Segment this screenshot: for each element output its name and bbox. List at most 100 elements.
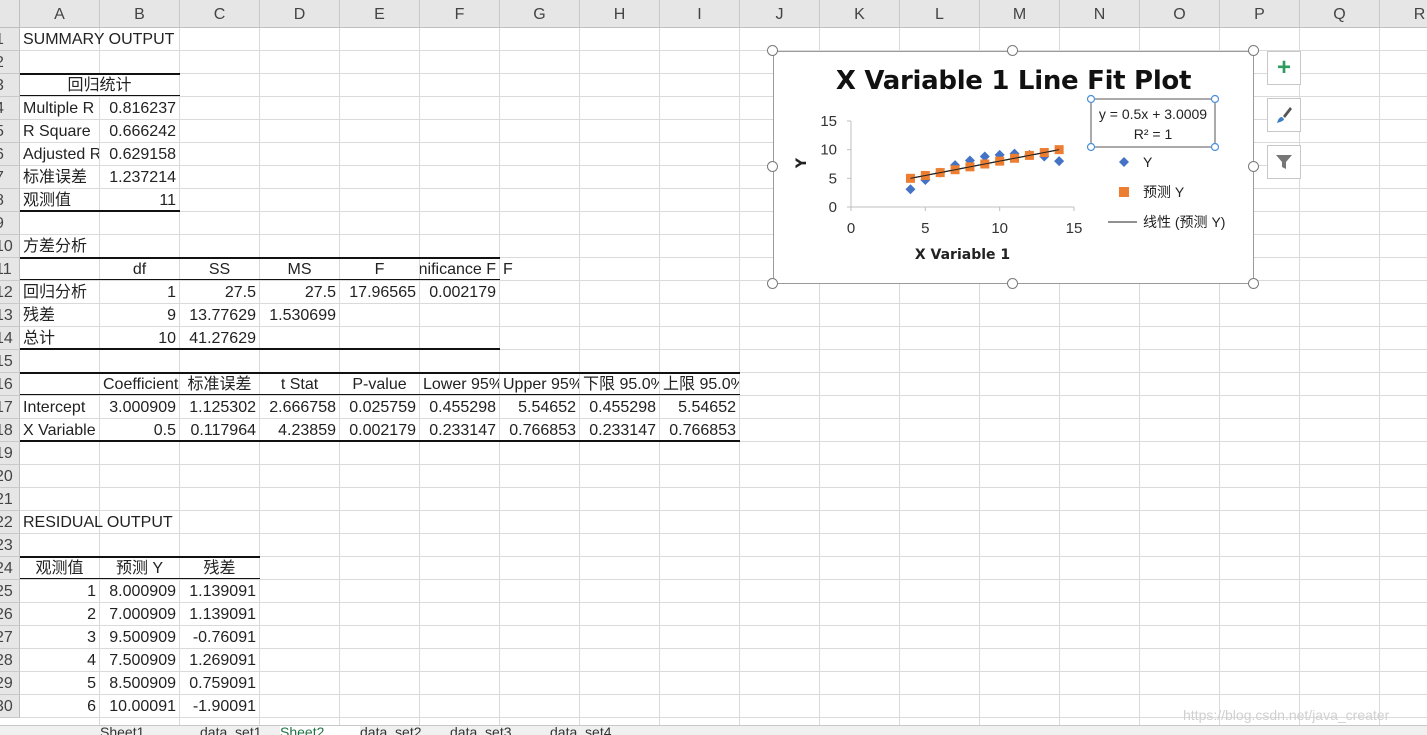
cell-e11[interactable]: F (340, 258, 419, 280)
row-header-27[interactable]: 27 (0, 626, 20, 649)
row-header-23[interactable]: 23 (0, 534, 20, 557)
chart-resize-handle[interactable] (1248, 278, 1259, 289)
cell-c12[interactable]: 27.5 (180, 281, 259, 303)
column-header-p[interactable]: P (1220, 0, 1300, 28)
row-header-16[interactable]: 16 (0, 373, 20, 396)
cell-h16[interactable]: 下限 95.0% (580, 373, 659, 395)
row-header-1[interactable]: 1 (0, 28, 20, 51)
cell-h17[interactable]: 0.455298 (580, 396, 659, 418)
cell-d11[interactable]: MS (260, 258, 339, 280)
cell-b25[interactable]: 8.000909 (100, 580, 179, 602)
row-header-13[interactable]: 13 (0, 304, 20, 327)
column-headers[interactable]: ABCDEFGHIJKLMNOPQR (0, 0, 1427, 28)
cell-b28[interactable]: 7.500909 (100, 649, 179, 671)
row-header-7[interactable]: 7 (0, 166, 20, 189)
row-header-20[interactable]: 20 (0, 465, 20, 488)
cell-e17[interactable]: 0.025759 (340, 396, 419, 418)
cell-d13[interactable]: 1.530699 (260, 304, 339, 326)
column-header-i[interactable]: I (660, 0, 740, 28)
cell-f16[interactable]: Lower 95% (420, 373, 499, 395)
cell-g16[interactable]: Upper 95% (500, 373, 579, 395)
cell-b24[interactable]: 预测 Y (100, 557, 179, 579)
cell-i17[interactable]: 5.54652 (660, 396, 739, 418)
row-header-29[interactable]: 29 (0, 672, 20, 695)
row-header-25[interactable]: 25 (0, 580, 20, 603)
cell-a12[interactable]: 回归分析 (20, 281, 99, 303)
cell-a29[interactable]: 5 (20, 672, 99, 694)
cell-g17[interactable]: 5.54652 (500, 396, 579, 418)
column-header-q[interactable]: Q (1300, 0, 1380, 28)
scatter-chart[interactable]: X Variable 1 Line Fit Plot 0 5 10 15 0 5 10 15 X… (773, 51, 1254, 284)
cell-a17[interactable]: Intercept (20, 396, 99, 418)
column-header-l[interactable]: L (900, 0, 980, 28)
cell-c28[interactable]: 1.269091 (180, 649, 259, 671)
row-header-28[interactable]: 28 (0, 649, 20, 672)
column-header-o[interactable]: O (1140, 0, 1220, 28)
row-headers[interactable]: 1234567891011121314151617181920212223242… (0, 0, 20, 734)
cell-a28[interactable]: 4 (20, 649, 99, 671)
column-header-b[interactable]: B (100, 0, 180, 28)
chart-resize-handle[interactable] (1007, 45, 1018, 56)
column-header-c[interactable]: C (180, 0, 260, 28)
cell-d12[interactable]: 27.5 (260, 281, 339, 303)
cell-d18[interactable]: 4.23859 (260, 419, 339, 441)
cell-c18[interactable]: 0.117964 (180, 419, 259, 441)
cell-d16[interactable]: t Stat (260, 373, 339, 395)
row-header-14[interactable]: 14 (0, 327, 20, 350)
cell-i16[interactable]: 上限 95.0% (660, 373, 739, 395)
cell-c14[interactable]: 41.27629 (180, 327, 259, 349)
row-header-2[interactable]: 2 (0, 51, 20, 74)
cell-a7[interactable]: 标准误差 (20, 166, 99, 188)
cell-a4[interactable]: Multiple R (20, 97, 99, 119)
row-header-18[interactable]: 18 (0, 419, 20, 442)
chart-resize-handle[interactable] (1007, 278, 1018, 289)
cell-b27[interactable]: 9.500909 (100, 626, 179, 648)
cell-f17[interactable]: 0.455298 (420, 396, 499, 418)
cell-a26[interactable]: 2 (20, 603, 99, 625)
cell-g18[interactable]: 0.766853 (500, 419, 579, 441)
row-header-19[interactable]: 19 (0, 442, 20, 465)
cell-a18[interactable]: X Variable 1 (20, 419, 99, 441)
cell-c30[interactable]: -1.90091 (180, 695, 259, 717)
cell-c13[interactable]: 13.77629 (180, 304, 259, 326)
cell-c17[interactable]: 1.125302 (180, 396, 259, 418)
cell-c25[interactable]: 1.139091 (180, 580, 259, 602)
cell-a6[interactable]: Adjusted R Square (20, 143, 99, 165)
row-header-5[interactable]: 5 (0, 120, 20, 143)
cell-a24[interactable]: 观测值 (20, 557, 99, 579)
cell-f18[interactable]: 0.233147 (420, 419, 499, 441)
cell-c24[interactable]: 残差 (180, 557, 259, 579)
cell-b8[interactable]: 11 (100, 189, 179, 211)
cell-c11[interactable]: SS (180, 258, 259, 280)
cell-f11[interactable]: Significance F (420, 258, 499, 280)
row-header-9[interactable]: 9 (0, 212, 20, 235)
cell-b30[interactable]: 10.00091 (100, 695, 179, 717)
row-header-24[interactable]: 24 (0, 557, 20, 580)
cell-c16[interactable]: 标准误差 (180, 373, 259, 395)
chart-styles-button[interactable] (1267, 98, 1301, 132)
row-header-26[interactable]: 26 (0, 603, 20, 626)
row-header-22[interactable]: 22 (0, 511, 20, 534)
cell-h18[interactable]: 0.233147 (580, 419, 659, 441)
row-header-21[interactable]: 21 (0, 488, 20, 511)
cell-b7[interactable]: 1.237214 (100, 166, 179, 188)
cell-e12[interactable]: 17.96565 (340, 281, 419, 303)
cell-d17[interactable]: 2.666758 (260, 396, 339, 418)
chart-resize-handle[interactable] (1248, 161, 1259, 172)
cell-a30[interactable]: 6 (20, 695, 99, 717)
chart-resize-handle[interactable] (767, 45, 778, 56)
column-header-j[interactable]: J (740, 0, 820, 28)
column-header-k[interactable]: K (820, 0, 900, 28)
row-header-8[interactable]: 8 (0, 189, 20, 212)
cell-a1[interactable]: SUMMARY OUTPUT (20, 28, 180, 50)
column-header-a[interactable]: A (20, 0, 100, 28)
column-header-d[interactable]: D (260, 0, 340, 28)
cell-c26[interactable]: 1.139091 (180, 603, 259, 625)
row-header-3[interactable]: 3 (0, 74, 20, 97)
cell-b11[interactable]: df (100, 258, 179, 280)
row-header-11[interactable]: 11 (0, 258, 20, 281)
column-header-n[interactable]: N (1060, 0, 1140, 28)
cell-b6[interactable]: 0.629158 (100, 143, 179, 165)
row-header-10[interactable]: 10 (0, 235, 20, 258)
cell-a3[interactable]: 回归统计 (20, 74, 179, 96)
